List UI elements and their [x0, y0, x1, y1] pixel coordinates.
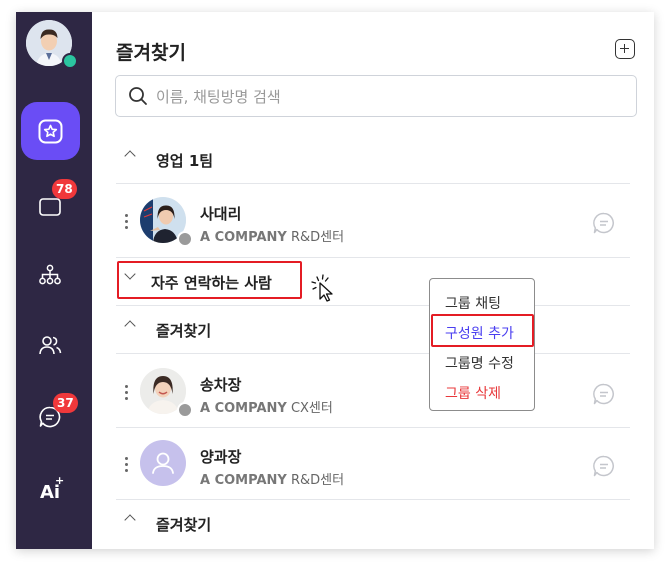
chat-rooms-badge: 78	[52, 179, 77, 199]
group-label: 즐겨찾기	[156, 322, 212, 340]
contact-name: 양과장	[200, 448, 242, 466]
divider	[116, 353, 630, 354]
nav-organization-button[interactable]	[38, 263, 62, 287]
contact-org: A COMPANY R&D센터	[200, 230, 345, 245]
contact-org: A COMPANY CX센터	[200, 401, 333, 416]
contact-row[interactable]: 송차장 A COMPANY CX센터	[116, 358, 630, 428]
search-box[interactable]	[115, 75, 637, 117]
messages-badge: 37	[53, 393, 78, 413]
online-status-dot	[62, 53, 78, 69]
divider	[116, 305, 630, 306]
page-title: 즐겨찾기	[116, 42, 186, 64]
divider	[116, 427, 630, 428]
chat-bubble-icon[interactable]	[593, 212, 615, 234]
add-group-button[interactable]	[615, 39, 635, 59]
group-header[interactable]: 즐겨찾기	[116, 502, 630, 546]
search-icon	[129, 87, 147, 105]
contact-row[interactable]: 양과장 A COMPANY R&D센터	[116, 430, 630, 500]
contact-org: A COMPANY R&D센터	[200, 473, 345, 488]
avatar	[140, 440, 186, 486]
group-header[interactable]: 즐겨찾기	[116, 308, 630, 352]
divider	[116, 257, 630, 258]
sidebar: 78 37 Ai +	[16, 12, 92, 549]
divider	[116, 183, 630, 184]
search-input[interactable]	[154, 84, 628, 110]
nav-contacts-button[interactable]	[38, 333, 62, 357]
nav-favorites-button[interactable]	[21, 102, 80, 160]
group-header[interactable]: 영업 1팀	[116, 138, 630, 182]
org-chart-icon	[39, 264, 61, 285]
chat-bubble-icon[interactable]	[593, 383, 615, 405]
chevron-up-icon	[124, 514, 136, 526]
people-icon	[39, 336, 62, 355]
group-label: 영업 1팀	[156, 152, 214, 170]
chevron-up-icon	[124, 320, 136, 332]
drag-handle-icon[interactable]	[125, 385, 128, 403]
contact-name: 사대리	[200, 205, 242, 223]
star-icon	[38, 119, 63, 144]
contact-row[interactable]: 사대리 A COMPANY R&D센터	[116, 187, 630, 257]
favorites-panel: 즐겨찾기 영업 1팀	[92, 12, 654, 549]
chevron-up-icon	[124, 150, 136, 162]
menu-item-rename-group[interactable]: 그룹명 수정	[445, 353, 514, 373]
divider	[116, 499, 630, 500]
app-window: 78 37 Ai + 즐겨찾기 이름, 채팅방명 검색 영업 1팀 사대리 A …	[16, 12, 654, 549]
offline-status-dot	[177, 231, 193, 247]
sparkle-icon: +	[55, 474, 65, 487]
drag-handle-icon[interactable]	[125, 457, 128, 475]
menu-item-delete-group[interactable]: 그룹 삭제	[445, 383, 501, 403]
chat-bubble-icon[interactable]	[593, 455, 615, 477]
contact-name: 송차장	[200, 376, 242, 394]
highlight-box	[117, 261, 302, 299]
person-icon	[152, 452, 174, 474]
highlight-box	[431, 314, 534, 347]
drag-handle-icon[interactable]	[125, 214, 128, 232]
menu-item-group-chat[interactable]: 그룹 채팅	[445, 293, 501, 313]
offline-status-dot	[177, 402, 193, 418]
cursor-click-icon	[311, 274, 333, 302]
group-label: 즐겨찾기	[156, 516, 212, 534]
